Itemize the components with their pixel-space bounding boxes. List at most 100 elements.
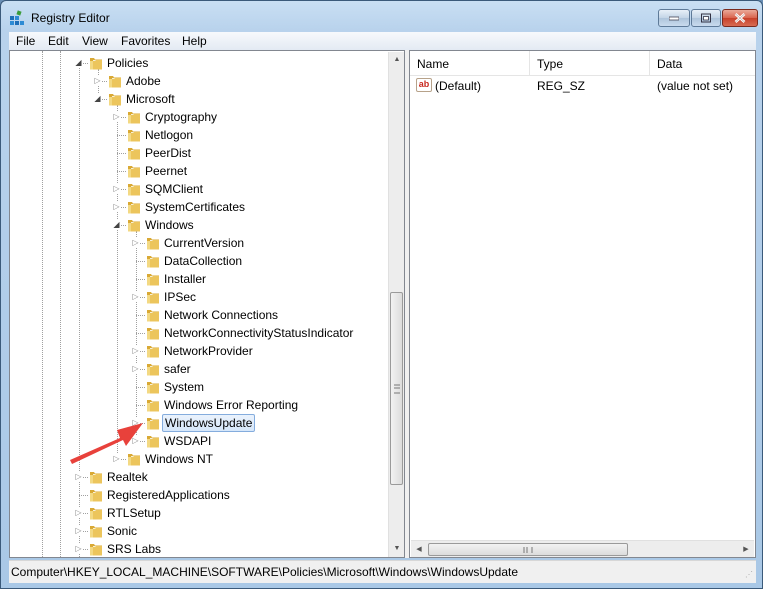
- tree-node[interactable]: ▷ Realtek: [10, 468, 386, 486]
- collapse-arrow-icon[interactable]: ◢: [93, 94, 102, 103]
- tree-node[interactable]: Windows Error Reporting: [10, 396, 386, 414]
- scroll-right-arrow-icon[interactable]: ▶: [738, 541, 754, 557]
- tree-node-label[interactable]: CurrentVersion: [162, 236, 246, 250]
- tree-node[interactable]: ▷ NetworkProvider: [10, 342, 386, 360]
- resize-grip-icon[interactable]: ⋰: [743, 570, 753, 580]
- scroll-up-arrow-icon[interactable]: ▲: [389, 52, 404, 68]
- menu-file[interactable]: File: [16, 34, 35, 48]
- tree-node[interactable]: ▷ CurrentVersion: [10, 234, 386, 252]
- maximize-button[interactable]: [691, 9, 721, 27]
- expand-arrow-icon[interactable]: ▷: [131, 292, 140, 301]
- tree-node[interactable]: ▷ safer: [10, 360, 386, 378]
- tree-node[interactable]: ▷ Adobe: [10, 72, 386, 90]
- expand-arrow-icon[interactable]: ▷: [131, 346, 140, 355]
- folder-icon: [88, 487, 104, 503]
- column-header-type[interactable]: Type: [530, 51, 650, 75]
- tree-node-label[interactable]: Cryptography: [143, 110, 219, 124]
- column-header-name[interactable]: Name: [410, 51, 530, 75]
- tree-node[interactable]: NetworkConnectivityStatusIndicator: [10, 324, 386, 342]
- expand-arrow-icon[interactable]: ▷: [74, 508, 83, 517]
- tree-node[interactable]: ◢ Policies: [10, 54, 386, 72]
- tree-node[interactable]: ▷ Windows NT: [10, 450, 386, 468]
- menu-favorites[interactable]: Favorites: [121, 34, 170, 48]
- expand-arrow-icon[interactable]: ▷: [74, 544, 83, 553]
- registry-key-tree[interactable]: ◢ Policies ▷ Adobe ◢ Microsoft ▷ Cryptography Ne…: [9, 50, 405, 558]
- folder-icon: [145, 397, 161, 413]
- tree-node[interactable]: PeerDist: [10, 144, 386, 162]
- tree-node-label[interactable]: Installer: [162, 272, 208, 286]
- expand-arrow-icon[interactable]: ▷: [131, 364, 140, 373]
- tree-node[interactable]: ▷ SQMClient: [10, 180, 386, 198]
- tree-node-label[interactable]: Sonic: [105, 524, 139, 538]
- expand-arrow-icon[interactable]: ▷: [112, 184, 121, 193]
- tree-node-label[interactable]: Windows: [143, 218, 196, 232]
- expand-arrow-icon[interactable]: ▷: [112, 454, 121, 463]
- tree-node[interactable]: DataCollection: [10, 252, 386, 270]
- tree-node[interactable]: ▷ WSDAPI: [10, 432, 386, 450]
- tree-node[interactable]: System: [10, 378, 386, 396]
- expand-arrow-icon[interactable]: ▷: [131, 436, 140, 445]
- tree-node-label[interactable]: PeerDist: [143, 146, 193, 160]
- tree-node-label[interactable]: Policies: [105, 56, 150, 70]
- scroll-left-arrow-icon[interactable]: ◀: [411, 541, 427, 557]
- list-horizontal-scrollbar[interactable]: ◀ ▶: [411, 540, 754, 557]
- tree-node[interactable]: Peernet: [10, 162, 386, 180]
- tree-node[interactable]: ▷ Sonic: [10, 522, 386, 540]
- tree-node[interactable]: ◢ Microsoft: [10, 90, 386, 108]
- menu-help[interactable]: Help: [182, 34, 207, 48]
- close-button[interactable]: [722, 9, 758, 27]
- collapse-arrow-icon[interactable]: ◢: [112, 220, 121, 229]
- title-bar[interactable]: Registry Editor: [1, 1, 762, 33]
- tree-node[interactable]: Installer: [10, 270, 386, 288]
- tree-node[interactable]: ▷ RTLSetup: [10, 504, 386, 522]
- tree-node-label[interactable]: WindowsUpdate: [162, 414, 256, 432]
- expand-arrow-icon[interactable]: ▷: [131, 418, 140, 427]
- expand-arrow-icon[interactable]: ▷: [74, 472, 83, 481]
- expand-arrow-icon[interactable]: ▷: [131, 238, 140, 247]
- tree-node[interactable]: Network Connections: [10, 306, 386, 324]
- tree-node[interactable]: ▷ IPSec: [10, 288, 386, 306]
- tree-node[interactable]: ▷ WindowsUpdate: [10, 414, 386, 432]
- tree-node[interactable]: ▷ SRS Labs: [10, 540, 386, 557]
- tree-node-label[interactable]: Network Connections: [162, 308, 280, 322]
- tree-vertical-scrollbar[interactable]: ▲ ▼: [388, 52, 404, 557]
- tree-node-label[interactable]: Netlogon: [143, 128, 195, 142]
- minimize-button[interactable]: [658, 9, 690, 27]
- tree-node[interactable]: Netlogon: [10, 126, 386, 144]
- column-header-data[interactable]: Data: [650, 51, 755, 75]
- tree-node-label[interactable]: IPSec: [162, 290, 198, 304]
- collapse-arrow-icon[interactable]: ◢: [74, 58, 83, 67]
- list-row[interactable]: ab (Default) REG_SZ (value not set): [410, 77, 755, 95]
- menu-view[interactable]: View: [82, 34, 108, 48]
- tree-node-label[interactable]: Microsoft: [124, 92, 177, 106]
- tree-node-label[interactable]: NetworkConnectivityStatusIndicator: [162, 326, 355, 340]
- tree-node[interactable]: ▷ SystemCertificates: [10, 198, 386, 216]
- tree-node-label[interactable]: System: [162, 380, 206, 394]
- tree-node-label[interactable]: RegisteredApplications: [105, 488, 232, 502]
- menu-edit[interactable]: Edit: [48, 34, 69, 48]
- tree-node-label[interactable]: safer: [162, 362, 193, 376]
- tree-node-label[interactable]: RTLSetup: [105, 506, 163, 520]
- tree-node-label[interactable]: SystemCertificates: [143, 200, 247, 214]
- tree-node-label[interactable]: Realtek: [105, 470, 150, 484]
- expand-arrow-icon[interactable]: ▷: [93, 76, 102, 85]
- expand-arrow-icon[interactable]: ▷: [112, 112, 121, 121]
- expand-arrow-icon[interactable]: ▷: [74, 526, 83, 535]
- tree-node-label[interactable]: Peernet: [143, 164, 189, 178]
- tree-node[interactable]: ▷ Cryptography: [10, 108, 386, 126]
- tree-node-label[interactable]: Windows NT: [143, 452, 215, 466]
- tree-node-label[interactable]: SQMClient: [143, 182, 205, 196]
- expand-arrow-icon[interactable]: ▷: [112, 202, 121, 211]
- tree-node-label[interactable]: Windows Error Reporting: [162, 398, 300, 412]
- tree-node[interactable]: RegisteredApplications: [10, 486, 386, 504]
- tree-node[interactable]: ◢ Windows: [10, 216, 386, 234]
- tree-node-label[interactable]: WSDAPI: [162, 434, 213, 448]
- tree-node-label[interactable]: DataCollection: [162, 254, 244, 268]
- tree-node-label[interactable]: Adobe: [124, 74, 163, 88]
- list-scroll-thumb[interactable]: [428, 543, 628, 556]
- tree-node-label[interactable]: SRS Labs: [105, 542, 163, 556]
- scroll-down-arrow-icon[interactable]: ▼: [389, 541, 404, 557]
- tree-node-label[interactable]: NetworkProvider: [162, 344, 255, 358]
- registry-values-list[interactable]: Name Type Data ab (Default) REG_SZ (valu…: [409, 50, 756, 558]
- tree-scroll-thumb[interactable]: [390, 292, 403, 485]
